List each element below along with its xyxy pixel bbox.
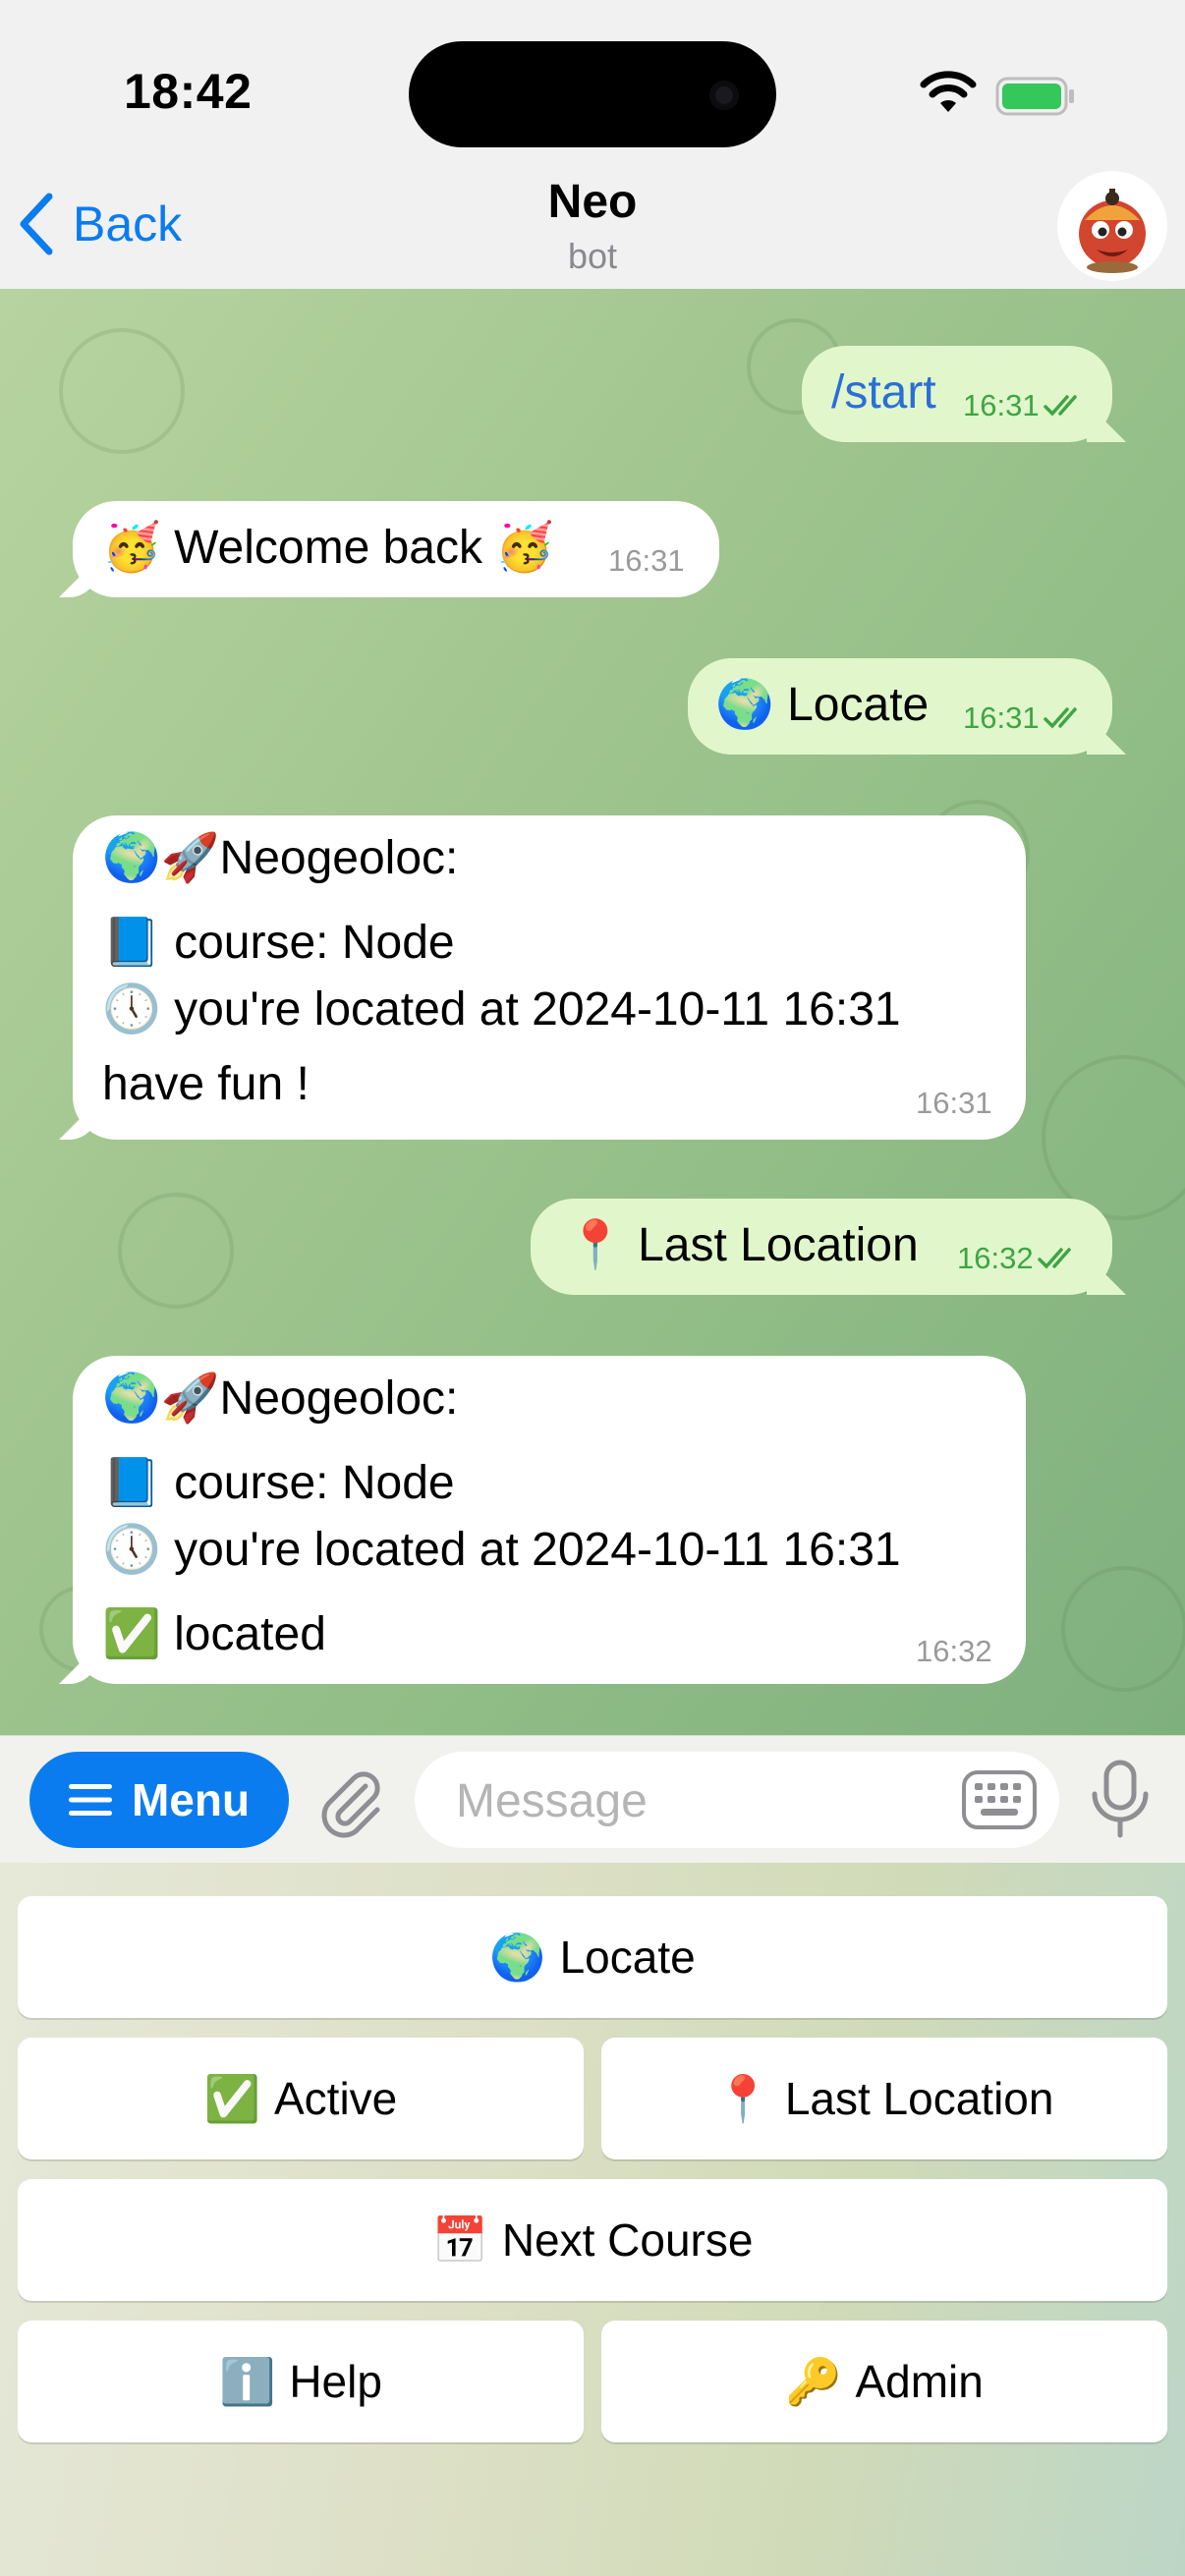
dynamic-island bbox=[409, 41, 776, 147]
bot-keyboard: 🌍 Locate ✅ Active 📍 Last Location 📅 Next… bbox=[0, 1863, 1185, 2576]
info-icon: ℹ️ bbox=[219, 2355, 276, 2407]
bot-avatar[interactable] bbox=[1057, 171, 1167, 281]
message-line: 📘 course: Node bbox=[102, 1457, 455, 1509]
keyboard-button-label: Locate bbox=[559, 1932, 696, 1983]
message-line: 📘 course: Node bbox=[102, 917, 455, 969]
keyboard-button-next-course[interactable]: 📅 Next Course bbox=[18, 2179, 1167, 2301]
message-line: ✅ located bbox=[102, 1608, 326, 1660]
incoming-message[interactable]: 🥳 Welcome back 🥳 16:31 bbox=[73, 501, 719, 597]
message-text[interactable]: /start bbox=[831, 364, 936, 422]
menu-button[interactable]: Menu bbox=[29, 1752, 289, 1848]
chat-title[interactable]: Neo bbox=[0, 175, 1185, 229]
message-line: 🌍🚀Neogeoloc: bbox=[102, 832, 459, 884]
wallpaper-doodle bbox=[118, 1193, 234, 1309]
message-meta: 16:31 bbox=[963, 387, 1087, 425]
status-time: 18:42 bbox=[124, 64, 253, 119]
message-text: 🌍 Locate bbox=[715, 679, 930, 731]
keyboard-button-label: Last Location bbox=[784, 2073, 1054, 2124]
bot-avatar-image bbox=[1079, 189, 1146, 273]
message-line: 🌍🚀Neogeoloc: bbox=[102, 1372, 459, 1425]
message-meta: 16:32 bbox=[957, 1240, 1081, 1278]
keyboard-button-label: Admin bbox=[855, 2356, 984, 2407]
message-line: have fun ! bbox=[102, 1058, 310, 1110]
pin-icon: 📍 bbox=[714, 2072, 771, 2124]
wallpaper-doodle bbox=[1061, 1566, 1185, 1692]
globe-icon: 🌍 bbox=[489, 1931, 546, 1983]
keyboard-button-last-location[interactable]: 📍 Last Location bbox=[601, 2038, 1167, 2159]
battery-icon bbox=[995, 77, 1074, 116]
read-check-icon bbox=[1043, 395, 1077, 417]
message-input[interactable] bbox=[454, 1752, 969, 1850]
message-time: 16:32 bbox=[916, 1634, 992, 1668]
key-icon: 🔑 bbox=[785, 2355, 842, 2407]
keyboard-button-admin[interactable]: 🔑 Admin bbox=[601, 2321, 1167, 2442]
message-time: 16:32 bbox=[957, 1241, 1034, 1275]
hamburger-icon bbox=[68, 1784, 112, 1816]
outgoing-message[interactable]: 📍 Last Location 16:32 bbox=[531, 1199, 1112, 1295]
message-field[interactable] bbox=[415, 1752, 1059, 1850]
outgoing-message[interactable]: /start 16:31 bbox=[802, 346, 1112, 442]
message-line: 🕔 you're located at 2024-10-11 16:31 bbox=[102, 1524, 901, 1576]
keyboard-icon[interactable] bbox=[961, 1769, 1038, 1830]
message-time: 16:31 bbox=[963, 388, 1040, 422]
message-text: 🥳 Welcome back 🥳 bbox=[102, 522, 555, 574]
wallpaper-doodle bbox=[59, 328, 185, 454]
incoming-message[interactable]: 🌍🚀Neogeoloc: 📘 course: Node 🕔 you're loc… bbox=[73, 1356, 1026, 1684]
wifi-icon bbox=[920, 71, 977, 112]
keyboard-button-active[interactable]: ✅ Active bbox=[18, 2038, 584, 2159]
wallpaper-doodle bbox=[1042, 1055, 1185, 1220]
paperclip-icon[interactable] bbox=[314, 1764, 389, 1839]
message-time: 16:31 bbox=[963, 700, 1040, 735]
read-check-icon bbox=[1037, 1248, 1071, 1269]
read-check-icon bbox=[1043, 707, 1077, 729]
keyboard-button-label: Next Course bbox=[501, 2214, 754, 2266]
message-meta: 16:31 bbox=[963, 700, 1087, 738]
keyboard-button-locate[interactable]: 🌍 Locate bbox=[18, 1896, 1167, 2018]
message-line: 🕔 you're located at 2024-10-11 16:31 bbox=[102, 983, 901, 1036]
message-text: 📍 Last Location bbox=[566, 1219, 919, 1271]
menu-label: Menu bbox=[131, 1774, 251, 1825]
incoming-message[interactable]: 🌍🚀Neogeoloc: 📘 course: Node 🕔 you're loc… bbox=[73, 815, 1026, 1140]
chat-area[interactable]: /start 16:31 🥳 Welcome back 🥳 16:31 🌍 Lo… bbox=[0, 289, 1185, 1735]
keyboard-button-help[interactable]: ℹ️ Help bbox=[18, 2321, 584, 2442]
microphone-icon[interactable] bbox=[1089, 1759, 1152, 1841]
keyboard-button-label: Help bbox=[289, 2356, 382, 2407]
message-time: 16:31 bbox=[916, 1086, 992, 1120]
outgoing-message[interactable]: 🌍 Locate 16:31 bbox=[688, 658, 1112, 755]
keyboard-button-label: Active bbox=[274, 2073, 398, 2124]
message-time: 16:31 bbox=[608, 543, 685, 578]
calendar-icon: 📅 bbox=[431, 2213, 488, 2266]
check-mark-icon: ✅ bbox=[203, 2072, 260, 2124]
chat-subtitle: bot bbox=[567, 236, 618, 276]
